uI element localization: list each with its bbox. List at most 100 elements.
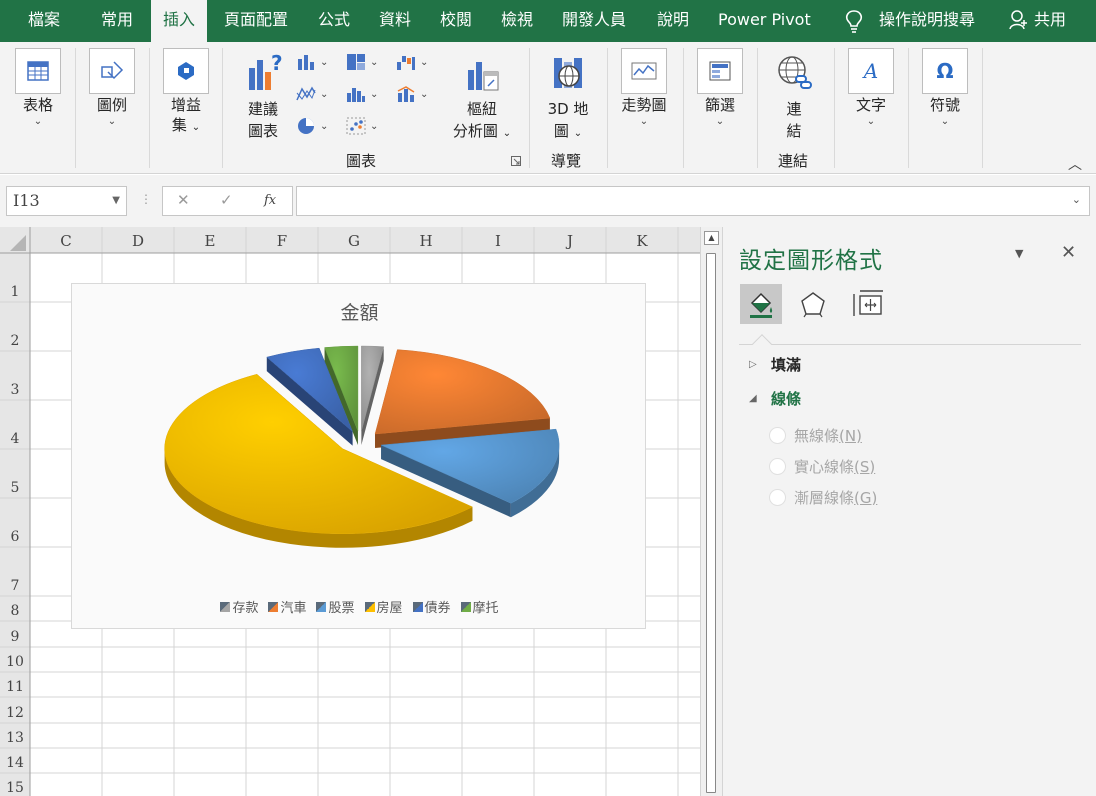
tab-fill-line[interactable] <box>740 284 782 324</box>
legend-item[interactable]: 房屋 <box>364 597 403 616</box>
section-line[interactable]: ◢ 線條 <box>749 388 801 409</box>
more-icon[interactable]: ⋮ <box>140 192 152 206</box>
row-header-10[interactable]: 10 <box>6 654 24 670</box>
cancel-icon[interactable]: ✕ <box>177 191 190 209</box>
row-header-4[interactable]: 4 <box>11 431 20 447</box>
radio-button[interactable] <box>769 489 786 506</box>
hierarchy-chart-button[interactable]: ⌄ <box>296 82 340 106</box>
row-header-12[interactable]: 12 <box>6 705 24 721</box>
enter-icon[interactable]: ✓ <box>220 191 233 209</box>
legend-item[interactable]: 摩托 <box>460 597 499 616</box>
column-header-H[interactable]: H <box>419 232 432 250</box>
tab-insert[interactable]: 插入 <box>151 0 208 43</box>
pivotchart-button[interactable]: 樞紐 分析圖 ⌄ <box>446 52 518 145</box>
column-header-K[interactable]: K <box>636 232 648 250</box>
symbols-button[interactable]: Ω 符號 ⌄ <box>921 48 969 128</box>
pie-chart[interactable]: 金額 存款 汽車 股票 房屋 債券 摩托 <box>71 283 646 629</box>
column-chart-button[interactable]: ⌄ <box>296 50 340 74</box>
tab-size-properties[interactable] <box>847 284 889 324</box>
tab-help[interactable]: 說明 <box>657 0 689 42</box>
row-header-6[interactable]: 6 <box>11 529 20 545</box>
radio-button[interactable] <box>769 458 786 475</box>
tab-developer[interactable]: 開發人員 <box>562 0 626 42</box>
link-button[interactable]: 連 結 <box>770 52 818 142</box>
tell-me-search[interactable]: 操作說明搜尋 <box>879 0 975 42</box>
hierarchy-chart-button[interactable]: ⌄ <box>346 50 390 74</box>
tab-formulas[interactable]: 公式 <box>318 0 350 42</box>
treemap-icon <box>347 54 365 70</box>
chevron-down-icon: ⌄ <box>370 56 379 68</box>
column-header-E[interactable]: E <box>205 232 216 250</box>
radio-gradient-line[interactable]: 漸層線條 (G) <box>769 487 877 508</box>
tab-data[interactable]: 資料 <box>379 0 411 42</box>
tab-power-pivot[interactable]: Power Pivot <box>718 0 811 42</box>
legend-item[interactable]: 存款 <box>220 597 258 616</box>
name-box[interactable]: I13 ▼ <box>6 186 127 216</box>
legend-item[interactable]: 股票 <box>316 597 355 616</box>
addins-icon <box>163 48 209 94</box>
row-header-7[interactable]: 7 <box>11 578 20 594</box>
radio-solid-line[interactable]: 實心線條 (S) <box>769 456 875 477</box>
share-button[interactable]: 共用 <box>1034 0 1066 42</box>
row-header-15[interactable]: 15 <box>6 780 24 796</box>
tab-home[interactable]: 常用 <box>101 0 133 42</box>
chart-legend[interactable]: 存款 汽車 股票 房屋 債券 摩托 <box>72 597 647 616</box>
text-button[interactable]: A 文字 ⌄ <box>847 48 895 128</box>
chevron-down-icon: ⌄ <box>866 116 876 127</box>
pie-chart-button[interactable]: ⌄ <box>296 114 340 138</box>
tab-file[interactable]: 檔案 <box>28 0 60 42</box>
legend-item[interactable]: 債券 <box>412 597 451 616</box>
row-header-13[interactable]: 13 <box>6 730 24 746</box>
dialog-launcher-icon[interactable] <box>511 156 521 166</box>
column-header-C[interactable]: C <box>60 232 71 250</box>
statistic-chart-button[interactable]: ⌄ <box>346 82 390 106</box>
combo-chart-button[interactable]: ⌄ <box>396 82 440 106</box>
expand-formula-icon[interactable]: ⌄ <box>1072 193 1081 206</box>
row-header-3[interactable]: 3 <box>11 382 20 398</box>
tab-review[interactable]: 校閱 <box>440 0 472 42</box>
column-header-D[interactable]: D <box>132 232 144 250</box>
row-header-1[interactable]: 1 <box>11 284 20 300</box>
radio-button[interactable] <box>769 427 786 444</box>
scroll-up-icon[interactable]: ▲ <box>704 231 719 245</box>
legend-item[interactable]: 汽車 <box>268 597 306 616</box>
pie-plot-area[interactable] <box>72 284 647 630</box>
row-header-8[interactable]: 8 <box>11 603 20 619</box>
row-header-14[interactable]: 14 <box>6 755 24 771</box>
lightbulb-icon[interactable] <box>843 9 865 35</box>
collapse-ribbon-icon[interactable]: ︿ <box>1068 154 1082 174</box>
addins-button[interactable]: 增益 集 ⌄ <box>162 48 210 137</box>
column-header-G[interactable]: G <box>348 232 360 250</box>
link-globe-icon <box>778 56 812 89</box>
close-icon[interactable]: ✕ <box>1061 242 1076 263</box>
waterfall-chart-button[interactable]: ⌄ <box>396 50 440 74</box>
formula-input[interactable]: ⌄ <box>296 186 1090 216</box>
expand-right-icon: ▷ <box>749 359 757 370</box>
column-header-I[interactable]: I <box>495 232 501 250</box>
row-header-5[interactable]: 5 <box>11 480 20 496</box>
row-header-11[interactable]: 11 <box>6 679 24 695</box>
recommended-charts-button[interactable]: ? 建議 圖表 <box>240 50 286 142</box>
user-icon[interactable] <box>1009 9 1029 31</box>
3d-map-button[interactable]: 3D 地 圖 ⌄ <box>538 52 598 145</box>
tab-page-layout[interactable]: 頁面配置 <box>224 0 288 42</box>
tab-view[interactable]: 檢視 <box>501 0 533 42</box>
section-fill[interactable]: ▷ 填滿 <box>749 354 801 375</box>
row-header-2[interactable]: 2 <box>11 333 20 349</box>
column-header-J[interactable]: J <box>565 232 573 250</box>
task-pane-options-icon[interactable]: ▼ <box>1015 247 1023 260</box>
scrollbar-thumb[interactable] <box>706 253 716 793</box>
legend-label: 債券 <box>424 601 451 616</box>
tab-effects[interactable] <box>792 284 834 324</box>
scatter-chart-button[interactable]: ⌄ <box>346 114 390 138</box>
vertical-scrollbar[interactable]: ▲ <box>700 227 722 796</box>
radio-no-line[interactable]: 無線條 (N) <box>769 425 862 446</box>
filters-button[interactable]: 篩選 ⌄ <box>696 48 744 128</box>
chevron-down-icon[interactable]: ▼ <box>112 187 120 215</box>
insert-function-icon[interactable]: fx <box>264 193 276 208</box>
sparklines-button[interactable]: 走勢圖 ⌄ <box>620 48 668 128</box>
row-header-9[interactable]: 9 <box>11 629 20 645</box>
table-button[interactable]: 表格 ⌄ <box>14 48 62 128</box>
column-header-F[interactable]: F <box>277 232 287 250</box>
illustrations-button[interactable]: 圖例 ⌄ <box>88 48 136 128</box>
